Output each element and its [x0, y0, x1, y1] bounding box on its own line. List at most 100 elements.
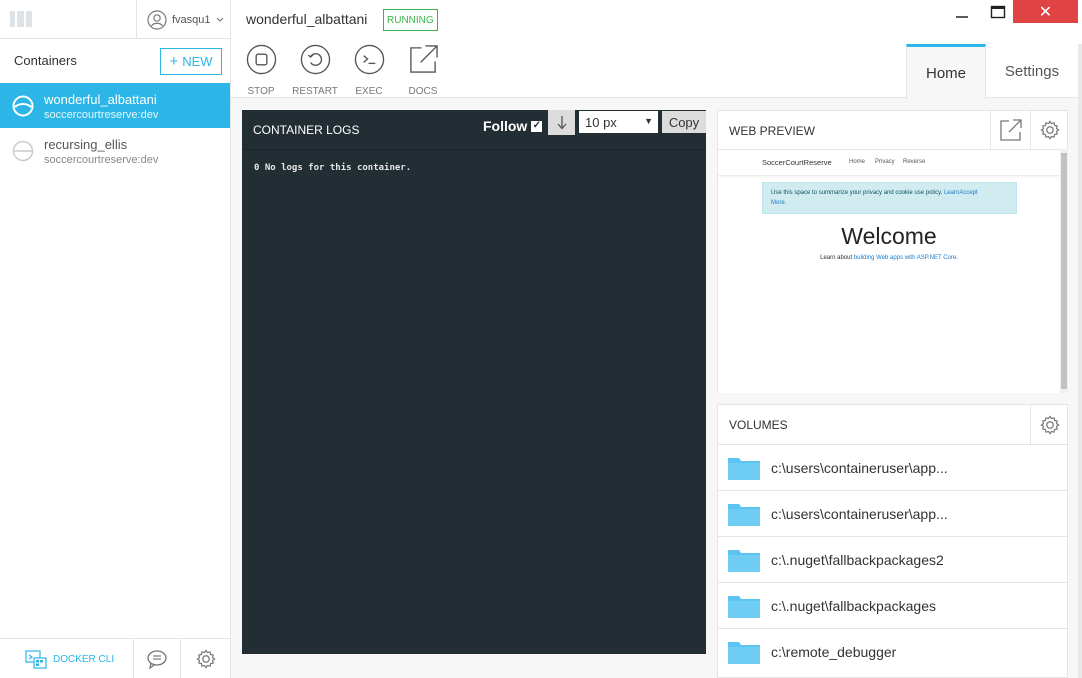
log-output: 0 No logs for this container. — [254, 163, 412, 173]
chat-icon — [147, 650, 167, 669]
volumes-panel: VOLUMES c:\users\containeruser\app... c:… — [717, 404, 1068, 678]
cookie-consent-banner: Use this space to summarize your privacy… — [762, 182, 1017, 214]
follow-toggle[interactable]: Follow ✓ — [483, 118, 543, 134]
external-link-icon — [999, 119, 1022, 141]
web-preview-title: WEB PREVIEW — [729, 124, 816, 138]
containers-title: Containers — [14, 53, 77, 68]
font-size-value: 10 px — [585, 114, 617, 130]
site-learn-line: Learn about building Web apps with ASP.N… — [718, 255, 1060, 261]
main-area: wonderful_albattani RUNNING STOP RESTART — [231, 0, 1082, 678]
tab-settings-label: Settings — [1004, 62, 1060, 80]
restart-label: RESTART — [292, 86, 338, 97]
folder-icon — [728, 458, 760, 480]
volume-path: c:\remote_debugger — [771, 644, 897, 660]
docker-cli-button[interactable]: DOCKER CLI — [0, 639, 134, 678]
learn-prefix: Learn about — [820, 255, 853, 261]
font-size-select[interactable]: 10 px ▼ — [579, 111, 658, 133]
new-container-button[interactable]: + NEW — [160, 48, 222, 75]
new-button-label: NEW — [182, 54, 213, 69]
tab-home[interactable]: Home — [906, 44, 986, 99]
logs-header: CONTAINER LOGS Follow ✓ 10 px ▼ Copy — [242, 110, 706, 150]
container-header: wonderful_albattani RUNNING STOP RESTART — [231, 0, 1082, 99]
containers-header: Containers + NEW — [0, 40, 230, 82]
site-nav-privacy[interactable]: Privacy — [875, 159, 895, 165]
cookie-more-link[interactable]: More. — [771, 200, 786, 206]
docker-cli-icon — [25, 650, 47, 669]
folder-icon — [728, 642, 760, 664]
copy-label: Copy — [668, 114, 700, 130]
web-preview-panel: WEB PREVIEW SoccerCourtReserve Home Priv… — [717, 110, 1068, 393]
restart-button[interactable]: RESTART — [290, 44, 340, 97]
volume-row[interactable]: c:\.nuget\fallbackpackages — [718, 582, 1067, 628]
container-logs-panel: CONTAINER LOGS Follow ✓ 10 px ▼ Copy 0 N… — [242, 110, 706, 654]
close-icon: ✕ — [1038, 3, 1053, 21]
restart-icon — [300, 44, 330, 75]
site-brand[interactable]: SoccerCourtReserve — [762, 158, 832, 167]
user-menu[interactable]: fvasqu1 — [136, 0, 230, 39]
exec-button[interactable]: EXEC — [344, 44, 394, 97]
minimize-icon — [956, 16, 968, 18]
volume-path: c:\users\containeruser\app... — [771, 460, 948, 476]
volume-path: c:\users\containeruser\app... — [771, 506, 948, 522]
maximize-icon — [990, 5, 1006, 19]
close-button[interactable]: ✕ — [1013, 0, 1078, 23]
container-title: wonderful_albattani — [246, 11, 368, 27]
stop-button[interactable]: STOP — [236, 44, 286, 97]
feedback-button[interactable] — [134, 639, 181, 678]
container-item-recursing-ellis[interactable]: recursing_ellis soccercourtreserve:dev — [0, 128, 230, 173]
container-image: soccercourtreserve:dev — [44, 154, 159, 166]
chevron-down-icon — [216, 17, 223, 22]
username: fvasqu1 — [172, 13, 211, 26]
download-icon — [557, 115, 566, 129]
follow-label: Follow — [483, 118, 528, 134]
container-image: soccercourtreserve:dev — [44, 109, 159, 121]
preview-site[interactable]: SoccerCourtReserve Home Privacy Reverse … — [718, 149, 1060, 393]
container-item-wonderful-albattani[interactable]: wonderful_albattani soccercourtreserve:d… — [0, 83, 230, 128]
user-avatar-icon — [147, 9, 167, 30]
volume-row[interactable]: c:\remote_debugger — [718, 628, 1067, 674]
container-stopped-icon — [12, 140, 34, 162]
cookie-accept-button[interactable]: Accept — [959, 190, 977, 196]
sidebar-footer: DOCKER CLI — [0, 638, 230, 678]
volume-path: c:\.nuget\fallbackpackages — [771, 598, 936, 614]
exec-label: EXEC — [355, 86, 383, 97]
logs-title: CONTAINER LOGS — [253, 123, 360, 137]
learn-suffix: . — [956, 255, 958, 261]
folder-icon — [728, 596, 760, 618]
dropdown-arrow-icon: ▼ — [644, 116, 653, 126]
container-running-icon — [12, 95, 34, 117]
preview-settings-button[interactable] — [1030, 111, 1068, 149]
volume-row[interactable]: c:\users\containeruser\app... — [718, 444, 1067, 490]
copy-logs-button[interactable]: Copy — [662, 111, 706, 133]
folder-icon — [728, 550, 760, 572]
site-navbar: SoccerCourtReserve Home Privacy Reverse — [718, 150, 1060, 176]
cookie-learn-link[interactable]: Learn — [944, 190, 959, 196]
tab-settings[interactable]: Settings — [986, 44, 1078, 98]
volume-row[interactable]: c:\.nuget\fallbackpackages2 — [718, 536, 1067, 582]
main-scrollbar[interactable] — [1078, 44, 1082, 678]
cookie-text: Use this space to summarize your privacy… — [771, 190, 943, 196]
external-link-icon — [409, 45, 438, 73]
volume-row[interactable]: c:\users\containeruser\app... — [718, 490, 1067, 536]
kitematic-window: fvasqu1 Containers + NEW wonderful_albat… — [0, 0, 1082, 678]
docs-label: DOCS — [408, 86, 438, 97]
volumes-settings-button[interactable] — [1030, 405, 1068, 444]
site-nav-home[interactable]: Home — [849, 159, 865, 165]
plus-icon: + — [169, 53, 179, 70]
volumes-title: VOLUMES — [729, 418, 788, 432]
docker-cli-label: DOCKER CLI — [53, 653, 115, 665]
app-settings-button[interactable] — [181, 639, 230, 678]
container-name: recursing_ellis — [44, 137, 128, 152]
minimize-button[interactable] — [948, 0, 976, 24]
folder-icon — [728, 504, 760, 526]
open-in-browser-button[interactable] — [990, 111, 1030, 149]
preview-scrollbar-thumb[interactable] — [1061, 153, 1067, 389]
site-nav-reverse[interactable]: Reverse — [903, 159, 925, 165]
docs-button[interactable]: DOCS — [398, 44, 448, 97]
follow-checkbox[interactable]: ✓ — [531, 120, 543, 132]
preview-scrollbar[interactable] — [1060, 149, 1068, 393]
learn-link[interactable]: building Web apps with ASP.NET Core — [854, 255, 956, 261]
download-logs-button[interactable] — [548, 110, 575, 135]
status-badge: RUNNING — [383, 9, 438, 31]
maximize-button[interactable] — [983, 0, 1013, 24]
